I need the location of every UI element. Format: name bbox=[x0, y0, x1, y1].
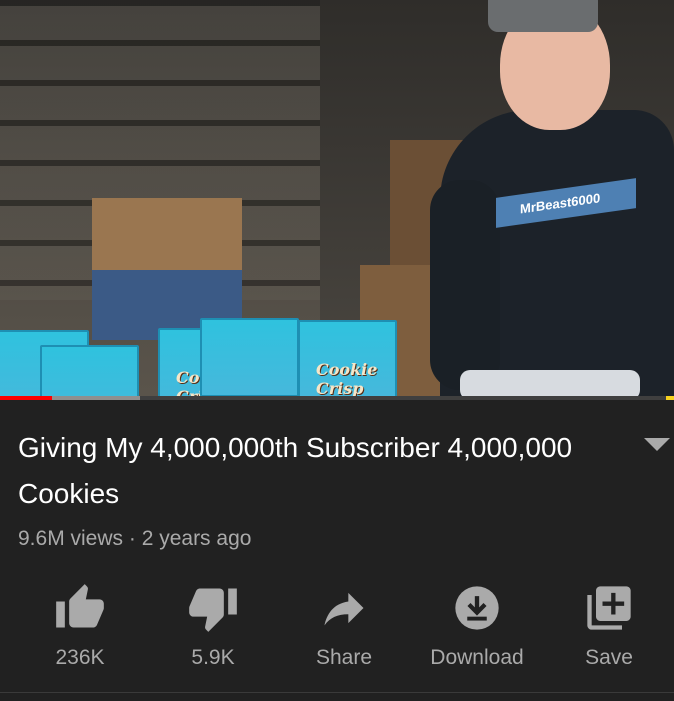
person-arm bbox=[430, 180, 500, 390]
dislike-count: 5.9K bbox=[191, 646, 235, 669]
share-button[interactable]: Share bbox=[279, 574, 409, 674]
cereal-box bbox=[40, 345, 139, 396]
share-icon bbox=[324, 592, 364, 626]
person-pants bbox=[460, 370, 640, 396]
progress-fill[interactable] bbox=[0, 396, 52, 400]
cereal-logo: Cookie Crisp bbox=[316, 360, 378, 396]
divider bbox=[0, 692, 674, 693]
like-count: 236K bbox=[55, 646, 105, 669]
action-row: 236K 5.9K Share Download Save bbox=[0, 574, 674, 684]
save-label: Save bbox=[585, 646, 633, 669]
dislike-button[interactable]: 5.9K bbox=[148, 574, 278, 674]
thumbs-up-icon bbox=[56, 584, 104, 628]
video-title[interactable]: Giving My 4,000,000th Subscriber 4,000,0… bbox=[18, 425, 608, 517]
save-button[interactable]: Save bbox=[544, 574, 674, 674]
save-playlist-icon bbox=[587, 586, 631, 630]
download-label: Download bbox=[430, 646, 524, 669]
cereal-box bbox=[200, 318, 299, 396]
expand-description-icon[interactable] bbox=[644, 438, 670, 451]
download-button[interactable]: Download bbox=[412, 574, 542, 674]
chapter-marker bbox=[666, 396, 674, 400]
download-icon bbox=[455, 586, 499, 630]
thumbs-down-icon bbox=[189, 588, 237, 632]
share-label: Share bbox=[315, 646, 373, 669]
video-meta: 9.6M views · 2 years ago bbox=[18, 527, 252, 550]
like-button[interactable]: 236K bbox=[15, 574, 145, 674]
person-cap bbox=[488, 0, 598, 32]
video-player[interactable]: Cookie Crisp Cookie Crisp MrBeast6000 bbox=[0, 0, 674, 396]
cereal-box: Cookie Crisp bbox=[298, 320, 397, 396]
